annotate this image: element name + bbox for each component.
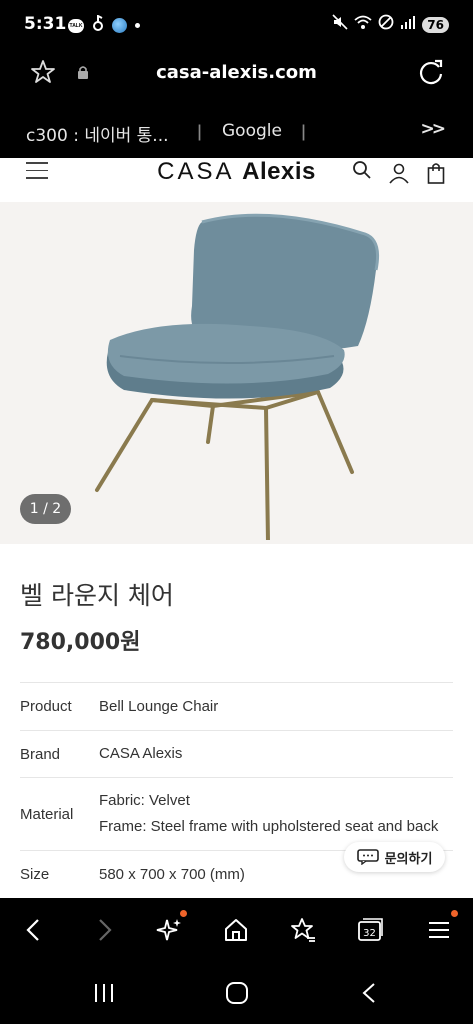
site-header: CASA Alexis [0,158,473,202]
more-bookmarks-icon[interactable]: >> [421,119,446,139]
spec-row-material: Material Fabric: Velvet Frame: Steel fra… [20,777,453,850]
spec-value: Bell Lounge Chair [99,683,453,730]
spec-value: CASA Alexis [99,731,453,777]
shopping-bag-icon[interactable] [427,162,445,189]
battery-icon: 76 [422,16,449,33]
wifi-icon [354,14,372,35]
notification-dot [451,910,458,917]
kakaotalk-icon: TALK [68,18,84,33]
bookmarks-bar: c300 : 네이버 통... ǀ Google ǀ >> [0,102,473,158]
browser-url-bar: casa-alexis.com [0,46,473,102]
logo-bold-text: Alexis [242,158,316,185]
product-price: 780,000원 [20,630,141,655]
inquiry-button[interactable]: 문의하기 [344,842,445,872]
reload-icon[interactable] [417,58,445,91]
status-time: 5:31 [24,14,67,34]
svg-text:32: 32 [363,928,376,939]
chat-bubble-icon [356,849,379,865]
notification-dot [180,910,187,917]
browser-menu-icon[interactable] [425,916,453,944]
status-bar: 5:31 TALK 76 [0,0,473,46]
spec-key: Product [20,698,72,715]
system-back-icon[interactable] [358,982,382,1009]
product-title: 벨 라운지 체어 [20,581,174,610]
forward-icon[interactable] [90,916,118,944]
spec-key: Material [20,805,74,823]
spec-value: Fabric: Velvet Frame: Steel frame with u… [99,778,453,850]
home-button-icon[interactable] [225,982,249,1009]
tabs-icon[interactable]: 32 [356,916,384,944]
system-icons: 76 [332,14,449,35]
bookmark-divider: ǀ [301,122,307,142]
home-icon[interactable] [222,916,250,944]
spec-value-line: Frame: Steel frame with upholstered seat… [99,818,439,835]
inquiry-label: 문의하기 [384,851,433,867]
bookmark-naver[interactable]: c300 : 네이버 통... [26,121,169,146]
spec-key: Brand [20,745,61,763]
quick-share-icon [92,14,104,36]
signal-icon [400,15,416,34]
spec-value-line: Bell Lounge Chair [99,697,219,715]
browser-toolbar: 32 [0,898,473,962]
url-text[interactable]: casa-alexis.com [0,62,473,83]
mute-icon [332,14,348,35]
chair-image [95,213,380,540]
back-icon[interactable] [20,916,48,944]
spec-key: Size [20,866,50,883]
notification-icons: TALK [68,14,140,36]
bookmark-google[interactable]: Google [222,121,282,141]
sparkle-icon[interactable] [155,916,183,944]
spec-row-brand: Brand CASA Alexis [20,730,453,777]
bookmarks-icon[interactable] [289,916,317,944]
globe-icon [112,18,127,33]
do-not-disturb-icon [378,14,394,35]
more-notifications-dot [135,23,140,28]
recent-apps-icon[interactable] [92,982,116,1009]
bookmark-divider: ǀ [197,122,203,142]
user-icon[interactable] [388,162,410,189]
image-counter: 1 / 2 [20,494,71,524]
web-page: CASA Alexis 1 / 2 벨 라운지 체어 780,000원 Prod… [0,158,473,898]
product-image-carousel[interactable]: 1 / 2 [0,202,473,544]
spec-value-line: CASA Alexis [99,745,183,762]
spec-value-line: Fabric: Velvet [99,792,190,809]
system-nav-bar [0,962,473,1024]
spec-row-product: Product Bell Lounge Chair [20,682,453,730]
logo-thin-text: CASA [157,158,235,185]
search-icon[interactable] [352,160,372,185]
